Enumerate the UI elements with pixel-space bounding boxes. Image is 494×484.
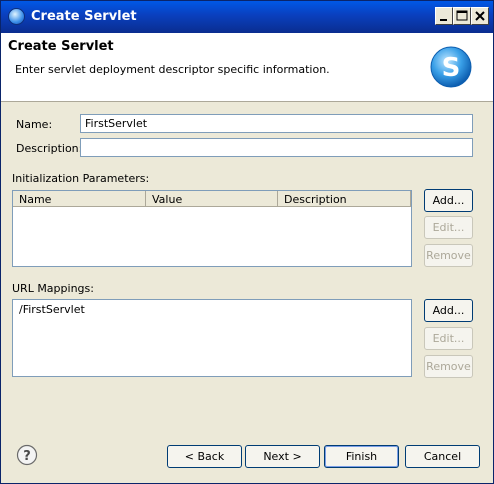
column-header-name[interactable]: Name [13, 191, 146, 207]
list-item[interactable]: /FirstServlet [19, 303, 85, 316]
url-mappings-label: URL Mappings: [12, 282, 94, 295]
url-mappings-add-button[interactable]: Add... [424, 299, 473, 322]
servlet-logo-icon: S [430, 46, 472, 88]
column-header-value[interactable]: Value [146, 191, 278, 207]
url-mappings-remove-button[interactable]: Remove [424, 355, 473, 378]
maximize-icon [456, 10, 468, 21]
close-icon [475, 11, 485, 21]
init-params-add-button[interactable]: Add... [424, 189, 473, 212]
description-field[interactable] [80, 138, 473, 157]
init-params-label: Initialization Parameters: [12, 172, 150, 185]
svg-text:S: S [442, 53, 461, 83]
eclipse-icon [9, 9, 24, 24]
minimize-icon [440, 19, 447, 21]
next-button[interactable]: Next > [245, 445, 320, 468]
name-label: Name: [16, 118, 53, 131]
svg-text:?: ? [23, 449, 31, 464]
close-button[interactable] [471, 7, 489, 25]
description-label: Description: [16, 142, 83, 155]
finish-button[interactable]: Finish [324, 445, 399, 468]
init-params-table[interactable]: Name Value Description [12, 190, 412, 267]
init-params-remove-button[interactable]: Remove [424, 244, 473, 267]
page-title: Create Servlet [8, 39, 114, 54]
minimize-button[interactable] [435, 7, 453, 25]
window-title: Create Servlet [31, 9, 137, 24]
column-header-description[interactable]: Description [278, 191, 411, 207]
title-bar[interactable]: Create Servlet [1, 1, 493, 33]
back-button[interactable]: < Back [167, 445, 242, 468]
cancel-button[interactable]: Cancel [405, 445, 480, 468]
dialog-window: Create Servlet Create Servlet Enter serv… [0, 0, 494, 484]
maximize-button[interactable] [453, 7, 471, 25]
init-params-edit-button[interactable]: Edit... [424, 216, 473, 239]
page-description: Enter servlet deployment descriptor spec… [15, 63, 330, 76]
url-mappings-edit-button[interactable]: Edit... [424, 327, 473, 350]
name-field[interactable] [80, 114, 473, 133]
help-icon[interactable]: ? [16, 444, 38, 466]
url-mappings-list[interactable]: /FirstServlet [12, 299, 412, 377]
wizard-header: Create Servlet Enter servlet deployment … [1, 33, 493, 102]
